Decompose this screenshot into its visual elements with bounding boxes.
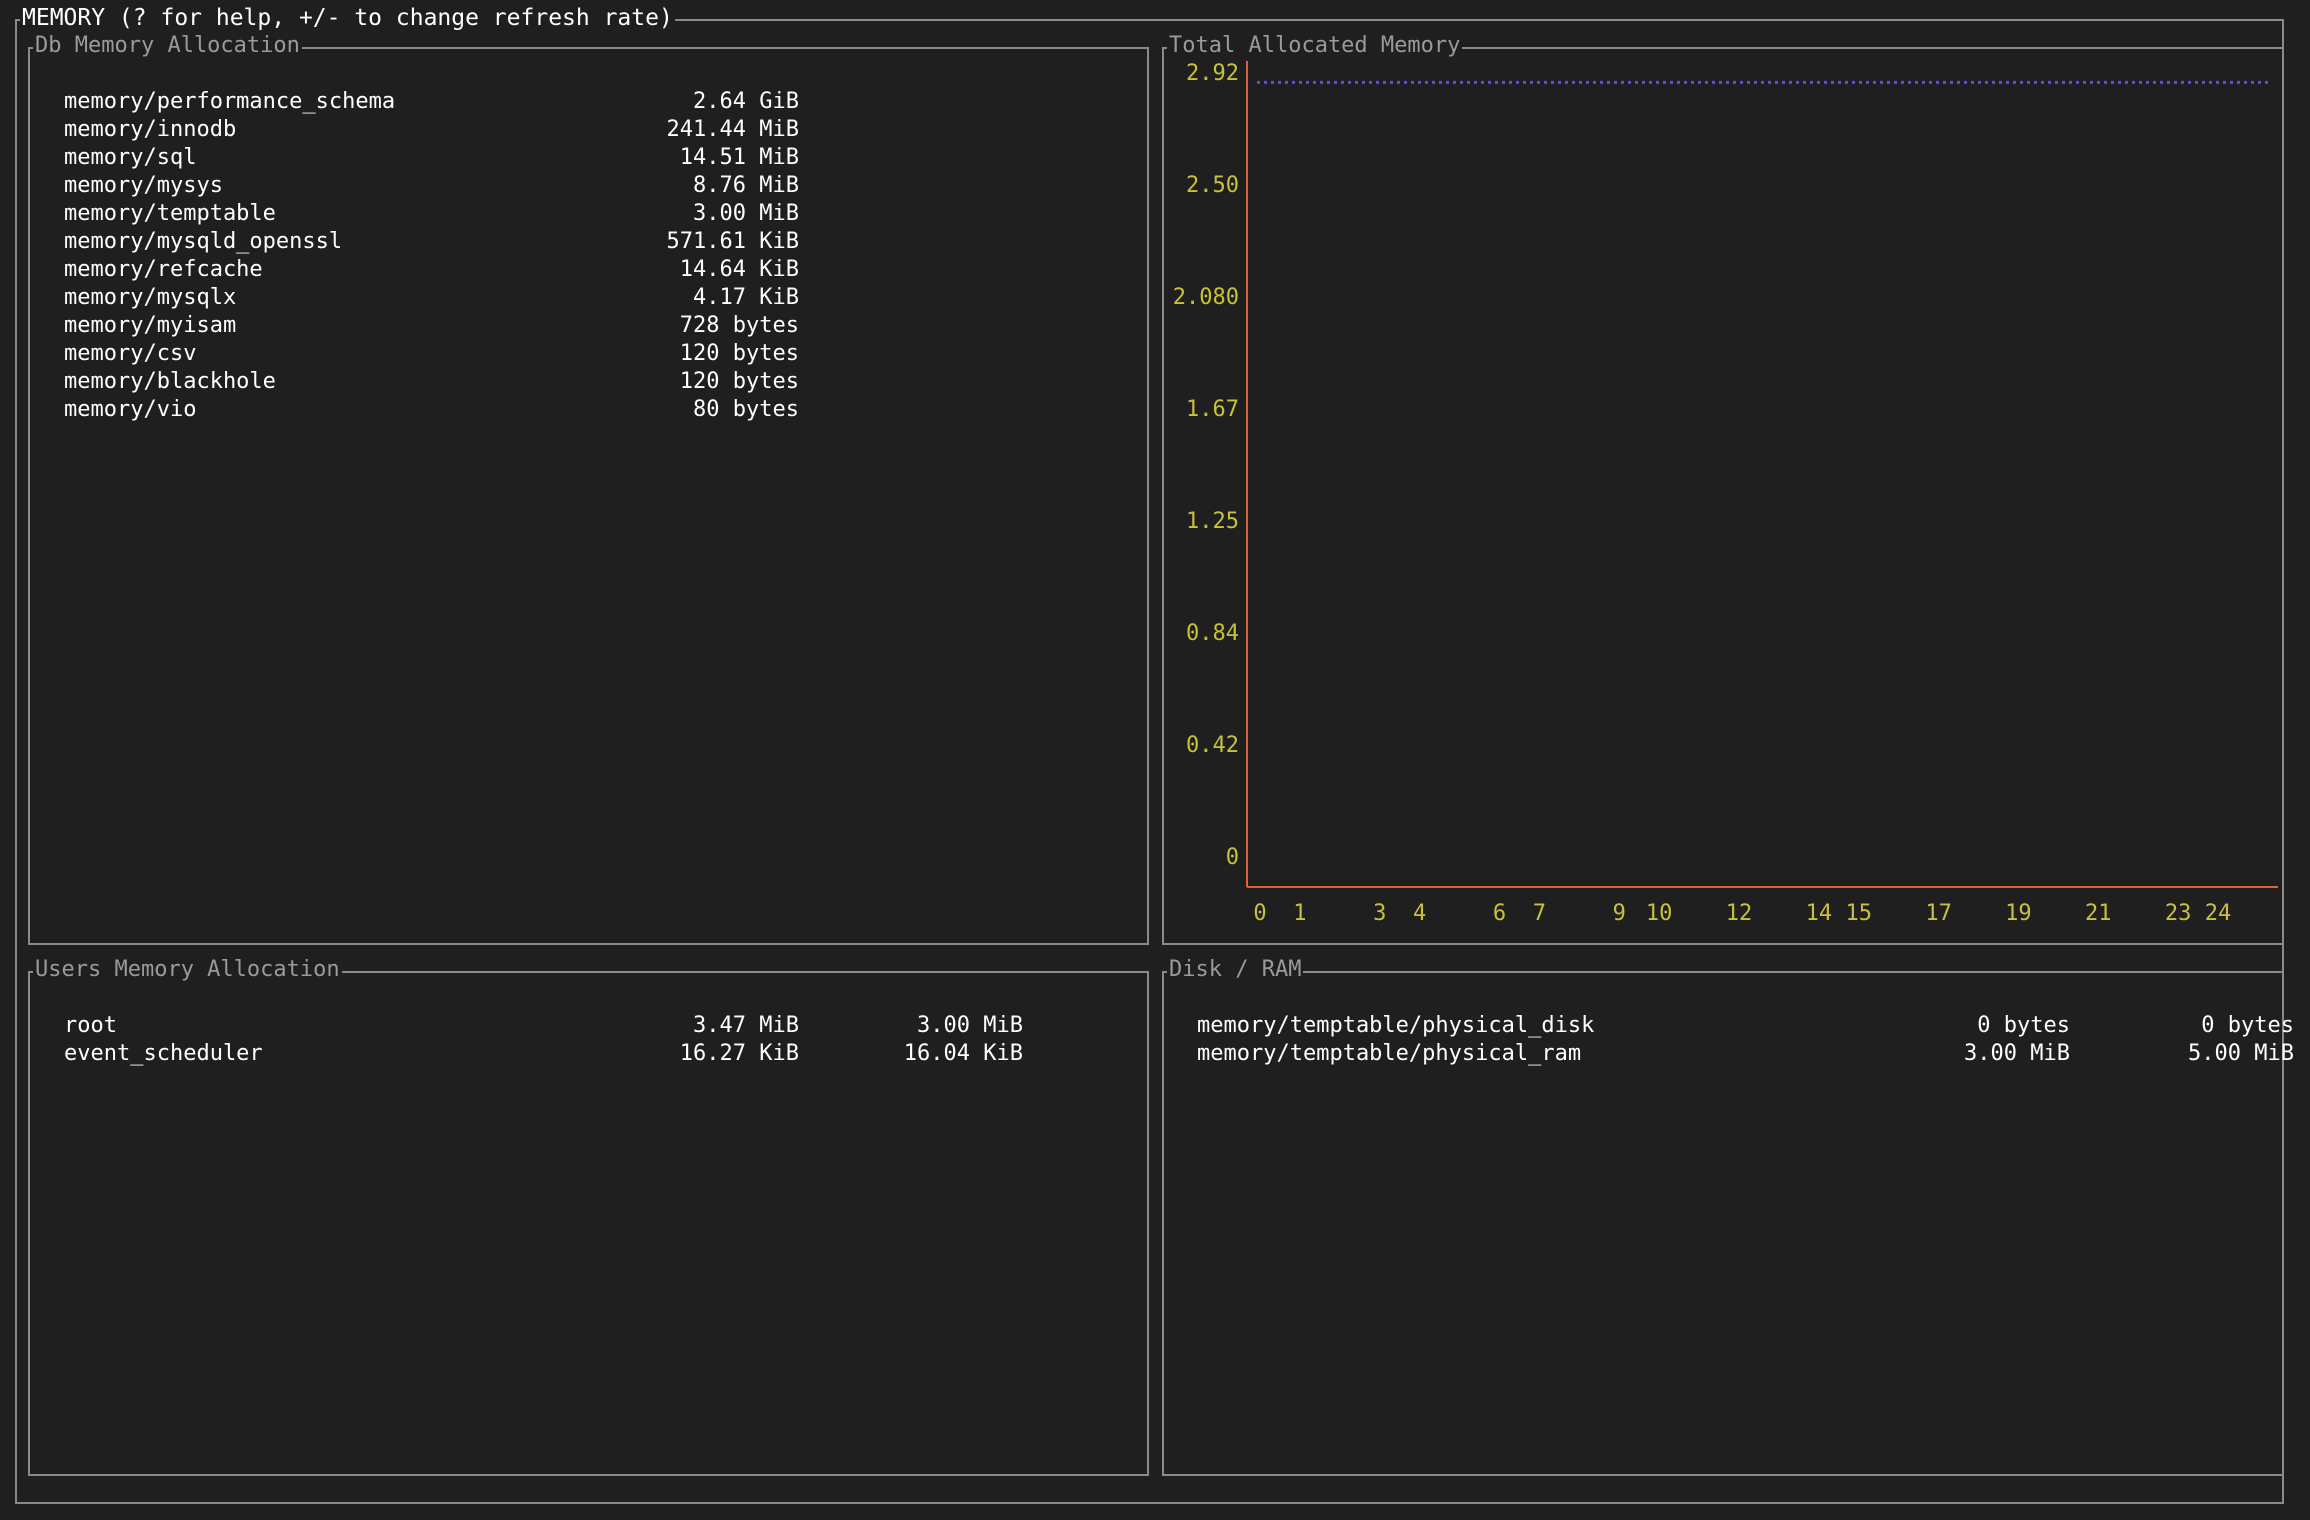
- disk-ram-name: memory/temptable/physical_ram: [1197, 1041, 1582, 1066]
- memory-area-name: memory/csv: [64, 341, 197, 366]
- x-tick-label: 10: [1646, 901, 1673, 926]
- list-item: memory/vio 80 bytes: [64, 396, 799, 424]
- x-tick-label: 1: [1293, 901, 1306, 926]
- y-tick-label: 2.92: [1186, 61, 1239, 86]
- memory-area-value: 3.00 MiB: [693, 201, 799, 226]
- memory-area-value: 8.76 MiB: [693, 173, 799, 198]
- memory-area-value: 571.61 KiB: [666, 229, 799, 254]
- disk-ram-current: 3.00 MiB: [1964, 1041, 2070, 1066]
- x-tick-label: 9: [1613, 901, 1626, 926]
- list-item: memory/blackhole 120 bytes: [64, 368, 799, 396]
- memory-area-value: 80 bytes: [693, 397, 799, 422]
- y-tick-label: 2.080: [1173, 285, 1239, 310]
- users-memory-panel-title: Users Memory Allocation: [33, 957, 342, 983]
- memory-area-value: 728 bytes: [679, 313, 799, 338]
- user-current-allocated: 3.47 MiB: [693, 1013, 799, 1038]
- x-tick-label: 23: [2165, 901, 2192, 926]
- user-max-allocated: 3.00 MiB: [917, 1013, 1023, 1038]
- memory-area-value: 4.17 KiB: [693, 285, 799, 310]
- memory-area-value: 14.64 KiB: [679, 257, 799, 282]
- list-item: memory/performance_schema 2.64 GiB: [64, 88, 799, 116]
- memory-area-value: 14.51 MiB: [679, 145, 799, 170]
- list-item: memory/csv 120 bytes: [64, 340, 799, 368]
- x-tick-label: 17: [1925, 901, 1952, 926]
- disk-ram-panel-title: Disk / RAM: [1167, 957, 1304, 983]
- memory-area-name: memory/mysqld_openssl: [64, 229, 343, 254]
- disk-ram-name: memory/temptable/physical_disk: [1197, 1013, 1595, 1038]
- window-title: MEMORY (? for help, +/- to change refres…: [20, 4, 675, 32]
- x-tick-label: 6: [1493, 901, 1506, 926]
- db-memory-panel-title: Db Memory Allocation: [33, 33, 302, 59]
- x-tick-label: 19: [2005, 901, 2032, 926]
- db-memory-list: memory/performance_schema 2.64 GiB memory/…: [64, 88, 799, 424]
- user-max-allocated: 16.04 KiB: [903, 1041, 1023, 1066]
- y-tick-label: 1.67: [1186, 397, 1239, 422]
- memory-area-name: memory/vio: [64, 397, 197, 422]
- list-item: memory/mysqlx 4.17 KiB: [64, 284, 799, 312]
- y-tick-label: 0.42: [1186, 733, 1239, 758]
- memory-area-name: memory/blackhole: [64, 369, 276, 394]
- y-tick-label: 1.25: [1186, 509, 1239, 534]
- user-current-allocated: 16.27 KiB: [679, 1041, 799, 1066]
- y-tick-label: 0.84: [1186, 621, 1239, 646]
- total-memory-chart: 2.92 2.50 2.080 1.67 1.25 0.84 0.42 0 0 1 3 4 6 7 9 10 1…: [1173, 61, 2278, 926]
- x-tick-label: 21: [2085, 901, 2112, 926]
- x-tick-label: 4: [1413, 901, 1426, 926]
- list-item: memory/mysys 8.76 MiB: [64, 172, 799, 200]
- x-tick-label: 12: [1726, 901, 1753, 926]
- memory-area-value: 2.64 GiB: [693, 89, 799, 114]
- disk-ram-max: 0 bytes: [2201, 1013, 2294, 1038]
- memory-area-name: memory/innodb: [64, 117, 237, 142]
- list-item: event_scheduler 16.27 KiB 16.04 KiB: [64, 1040, 1023, 1068]
- x-tick-label: 14: [1806, 901, 1833, 926]
- memory-area-name: memory/refcache: [64, 257, 263, 282]
- list-item: memory/temptable/physical_ram 3.00 MiB 5.0…: [1197, 1040, 2294, 1068]
- memory-area-value: 241.44 MiB: [666, 117, 799, 142]
- list-item: memory/myisam 728 bytes: [64, 312, 799, 340]
- memory-area-name: memory/temptable: [64, 201, 276, 226]
- memory-area-name: memory/mysqlx: [64, 285, 237, 310]
- memory-area-value: 120 bytes: [679, 341, 799, 366]
- list-item: memory/sql 14.51 MiB: [64, 144, 799, 172]
- memory-area-name: memory/performance_schema: [64, 89, 396, 114]
- disk-ram-list: memory/temptable/physical_disk 0 bytes 0 b…: [1197, 1012, 2294, 1068]
- memory-area-value: 120 bytes: [679, 369, 799, 394]
- user-name: event_scheduler: [64, 1041, 263, 1066]
- list-item: memory/innodb 241.44 MiB: [64, 116, 799, 144]
- x-tick-label: 15: [1846, 901, 1873, 926]
- x-tick-label: 7: [1533, 901, 1546, 926]
- memory-area-name: memory/sql: [64, 145, 197, 170]
- list-item: memory/mysqld_openssl 571.61 KiB: [64, 228, 799, 256]
- disk-ram-current: 0 bytes: [1977, 1013, 2070, 1038]
- users-memory-list: root 3.47 MiB 3.00 MiB event_scheduler 16.27…: [64, 1012, 1023, 1068]
- user-name: root: [64, 1013, 117, 1038]
- list-item: memory/temptable 3.00 MiB: [64, 200, 799, 228]
- list-item: memory/refcache 14.64 KiB: [64, 256, 799, 284]
- memory-area-name: memory/mysys: [64, 173, 223, 198]
- total-memory-chart-title: Total Allocated Memory: [1167, 33, 1463, 59]
- x-tick-label: 0: [1253, 901, 1266, 926]
- x-tick-label: 24: [2205, 901, 2232, 926]
- disk-ram-max: 5.00 MiB: [2188, 1041, 2294, 1066]
- list-item: root 3.47 MiB 3.00 MiB: [64, 1012, 1023, 1040]
- list-item: memory/temptable/physical_disk 0 bytes 0 b…: [1197, 1012, 2294, 1040]
- x-tick-label: 3: [1373, 901, 1386, 926]
- memory-area-name: memory/myisam: [64, 313, 237, 338]
- y-tick-label: 0: [1226, 845, 1239, 870]
- y-tick-label: 2.50: [1186, 173, 1239, 198]
